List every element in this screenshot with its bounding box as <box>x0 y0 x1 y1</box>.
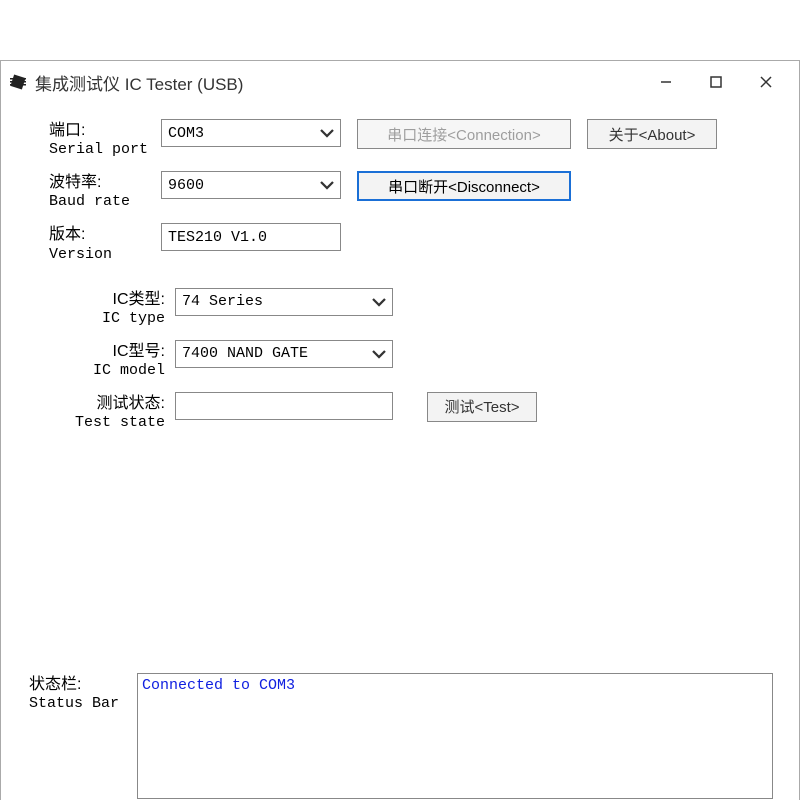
ictype-label: IC类型: IC type <box>75 288 175 328</box>
ictype-value: 74 Series <box>182 293 263 310</box>
minimize-button[interactable] <box>641 62 691 102</box>
port-label-cn: 端口: <box>49 121 161 140</box>
test-button[interactable]: 测试<Test> <box>427 392 537 422</box>
ictype-label-en: IC type <box>102 310 165 327</box>
chevron-down-icon <box>370 345 388 363</box>
maximize-button[interactable] <box>691 62 741 102</box>
row-teststate: 测试状态: Test state 测试<Test> <box>49 392 771 432</box>
version-textbox: TES210 V1.0 <box>161 223 341 251</box>
ictype-label-cn: IC类型: <box>75 290 165 309</box>
statusbar-label-cn: 状态栏: <box>29 675 137 694</box>
icmodel-combo[interactable]: 7400 NAND GATE <box>175 340 393 368</box>
app-icon <box>9 73 27 91</box>
statusbar-label: 状态栏: Status Bar <box>29 673 137 713</box>
connect-button-label: 串口连接<Connection> <box>387 124 540 145</box>
statusbar-row: 状态栏: Status Bar Connected to COM3 <box>29 673 773 799</box>
baud-value: 9600 <box>168 177 204 194</box>
about-button[interactable]: 关于<About> <box>587 119 717 149</box>
version-value: TES210 V1.0 <box>168 229 267 246</box>
about-button-label: 关于<About> <box>609 124 696 145</box>
baud-label-en: Baud rate <box>49 193 130 210</box>
row-version: 版本: Version TES210 V1.0 <box>49 223 771 263</box>
row-port: 端口: Serial port COM3 串口连接<Connection> 关于… <box>49 119 771 159</box>
teststate-label-cn: 测试状态: <box>49 394 165 413</box>
disconnect-button[interactable]: 串口断开<Disconnect> <box>357 171 571 201</box>
test-button-label: 测试<Test> <box>444 396 519 417</box>
version-label-cn: 版本: <box>49 225 161 244</box>
title-bar: 集成测试仪 IC Tester (USB) <box>1 61 799 103</box>
row-baud: 波特率: Baud rate 9600 串口断开<Disconnect> <box>49 171 771 211</box>
row-ictype: IC类型: IC type 74 Series <box>75 288 771 328</box>
window-title: 集成测试仪 IC Tester (USB) <box>35 70 641 95</box>
statusbar-box[interactable]: Connected to COM3 <box>137 673 773 799</box>
icmodel-label: IC型号: IC model <box>75 340 175 380</box>
icmodel-value: 7400 NAND GATE <box>182 345 308 362</box>
teststate-label-en: Test state <box>75 414 165 431</box>
teststate-textbox[interactable] <box>175 392 393 420</box>
chevron-down-icon <box>318 124 336 142</box>
teststate-label: 测试状态: Test state <box>49 392 175 432</box>
client-area: 端口: Serial port COM3 串口连接<Connection> 关于… <box>1 103 799 432</box>
icmodel-label-cn: IC型号: <box>75 342 165 361</box>
chevron-down-icon <box>318 176 336 194</box>
ictype-combo[interactable]: 74 Series <box>175 288 393 316</box>
ic-section: IC类型: IC type 74 Series IC型号: IC model 7… <box>49 288 771 433</box>
icmodel-label-en: IC model <box>93 362 165 379</box>
statusbar-label-en: Status Bar <box>29 695 119 712</box>
version-label-en: Version <box>49 246 112 263</box>
port-value: COM3 <box>168 125 204 142</box>
version-label: 版本: Version <box>49 223 161 263</box>
close-button[interactable] <box>741 62 791 102</box>
port-combo[interactable]: COM3 <box>161 119 341 147</box>
connect-button[interactable]: 串口连接<Connection> <box>357 119 571 149</box>
disconnect-button-label: 串口断开<Disconnect> <box>388 176 540 197</box>
chevron-down-icon <box>370 293 388 311</box>
baud-label: 波特率: Baud rate <box>49 171 161 211</box>
app-window: 集成测试仪 IC Tester (USB) 端口: Serial port CO… <box>0 60 800 800</box>
port-label-en: Serial port <box>49 141 148 158</box>
status-text: Connected to COM3 <box>142 677 295 694</box>
baud-label-cn: 波特率: <box>49 173 161 192</box>
port-label: 端口: Serial port <box>49 119 161 159</box>
baud-combo[interactable]: 9600 <box>161 171 341 199</box>
row-icmodel: IC型号: IC model 7400 NAND GATE <box>75 340 771 380</box>
